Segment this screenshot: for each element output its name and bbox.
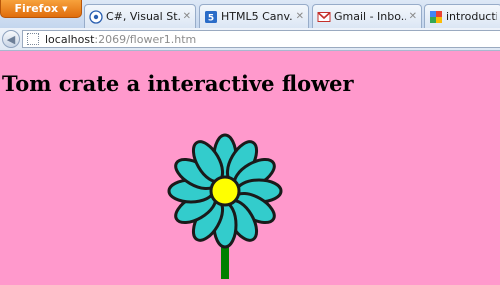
google-icon xyxy=(430,10,442,23)
flower-canvas[interactable] xyxy=(160,131,290,281)
back-arrow-icon: ◀ xyxy=(6,32,16,46)
tab-introduction[interactable]: introduction xyxy=(424,4,500,28)
svg-text:5: 5 xyxy=(208,13,214,23)
tab-strip: Firefox ▼ C#, Visual St... ✕ 5 HTML5 Can… xyxy=(0,0,500,29)
tab-gmail[interactable]: Gmail - Inbo... ✕ xyxy=(312,4,422,28)
close-icon[interactable]: ✕ xyxy=(409,11,417,22)
firefox-menu-label: Firefox xyxy=(14,2,59,15)
tab-title: Gmail - Inbo... xyxy=(334,10,406,23)
tab-html5-canvas[interactable]: 5 HTML5 Canv... ✕ xyxy=(199,4,309,28)
tab-title: C#, Visual St... xyxy=(106,10,180,23)
address-bar[interactable]: localhost:2069/flower1.htm xyxy=(22,30,500,48)
url-host: localhost xyxy=(45,32,95,46)
blue-square-icon: 5 xyxy=(205,10,217,23)
tab-title: HTML5 Canv... xyxy=(221,10,293,23)
back-button[interactable]: ◀ xyxy=(2,30,20,48)
firefox-menu-button[interactable]: Firefox ▼ xyxy=(0,0,82,18)
close-icon[interactable]: ✕ xyxy=(183,11,191,22)
page-identity-icon xyxy=(27,33,39,45)
tab-csharp[interactable]: C#, Visual St... ✕ xyxy=(84,4,196,28)
chevron-down-icon: ▼ xyxy=(62,4,68,13)
url-path: :2069/flower1.htm xyxy=(94,32,197,46)
gmail-icon xyxy=(317,11,331,22)
flower-center xyxy=(209,175,241,207)
page-content: Tom crate a interactive flower xyxy=(0,51,500,285)
tab-title: introduction xyxy=(446,10,497,23)
page-heading: Tom crate a interactive flower xyxy=(2,71,354,96)
close-icon[interactable]: ✕ xyxy=(296,11,304,22)
globe-icon xyxy=(89,9,103,24)
navigation-bar: ◀ localhost:2069/flower1.htm xyxy=(0,28,500,51)
